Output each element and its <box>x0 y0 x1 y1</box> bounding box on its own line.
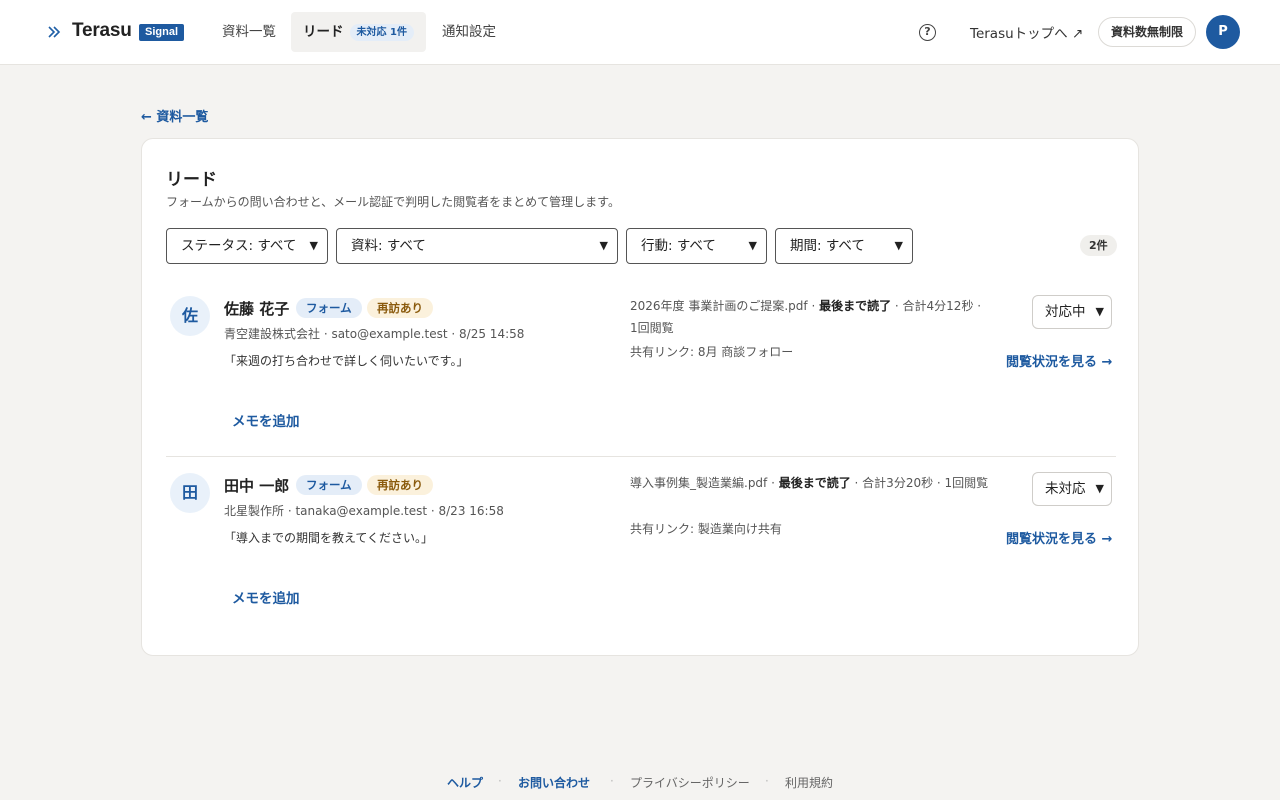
view-activity-link[interactable]: 閲覧状況を見る → <box>1006 351 1112 370</box>
lead-row: 田 田中 一郎 フォーム 再訪あり 北星製作所 · tanaka@example… <box>166 456 1116 633</box>
action-filter[interactable]: 行動: すべて ▼ <box>626 228 767 264</box>
form-tag: フォーム <box>296 298 362 318</box>
lead-name: 田中 一郎 <box>224 477 290 495</box>
nav-notifications[interactable]: 通知設定 <box>430 12 508 52</box>
document-filter[interactable]: 資料: すべて ▼ <box>336 228 618 264</box>
chevron-down-icon: ▼ <box>894 239 903 252</box>
period-filter-value: 期間: すべて <box>790 238 865 254</box>
nav-leads[interactable]: リード 未対応 1件 <box>291 12 426 52</box>
document-filter-value: 資料: すべて <box>351 238 426 254</box>
read-status: 最後まで読了 <box>819 299 892 313</box>
read-stats: · 合計3分20秒 · 1回閲覧 <box>850 476 989 490</box>
footer-terms-link[interactable]: 利用規約 <box>785 774 833 791</box>
question-circle-icon[interactable]: ? <box>919 24 936 41</box>
add-memo-button[interactable]: メモを追加 <box>232 587 300 607</box>
footer-contact-link[interactable]: お問い合わせ <box>518 774 590 791</box>
add-memo-button[interactable]: メモを追加 <box>232 410 300 430</box>
footer-separator: · <box>498 774 502 788</box>
footer: ヘルプ · お問い合わせ · プライバシーポリシー · 利用規約 <box>0 774 1280 794</box>
chevron-down-icon: ▼ <box>748 239 757 252</box>
lead-message: 「来週の打ち合わせで詳しく伺いたいです。」 <box>224 354 469 368</box>
form-tag: フォーム <box>296 475 362 495</box>
lead-meta: 青空建設株式会社 · sato@example.test · 8/25 14:5… <box>224 327 525 341</box>
view-activity-link[interactable]: 閲覧状況を見る → <box>1006 528 1112 547</box>
lead-count-badge: 2件 <box>1080 235 1117 256</box>
footer-help-link[interactable]: ヘルプ <box>447 774 483 791</box>
nav-notifications-label: 通知設定 <box>442 24 496 40</box>
document-name[interactable]: 導入事例集_製造業編.pdf · <box>630 476 779 490</box>
chevron-down-icon: ▼ <box>309 239 318 252</box>
avatar[interactable]: P <box>1206 15 1240 49</box>
status-filter-value: ステータス: すべて <box>181 238 297 254</box>
lead-status-select[interactable]: 未対応 ▼ <box>1032 472 1112 506</box>
period-filter[interactable]: 期間: すべて ▼ <box>775 228 913 264</box>
footer-privacy-link[interactable]: プライバシーポリシー <box>630 774 750 791</box>
lead-avatar: 田 <box>170 473 210 513</box>
chevron-down-icon: ▼ <box>599 239 608 252</box>
revisit-tag: 再訪あり <box>367 298 433 318</box>
status-filter[interactable]: ステータス: すべて ▼ <box>166 228 328 264</box>
nav-documents[interactable]: 資料一覧 <box>210 12 288 52</box>
lead-avatar: 佐 <box>170 296 210 336</box>
terasu-top-link[interactable]: Terasuトップへ ↗ <box>970 22 1083 42</box>
footer-separator: · <box>610 774 614 788</box>
page-description: フォームからの問い合わせと、メール認証で判明した閲覧者をまとめて管理します。 <box>166 195 620 209</box>
signal-badge: Signal <box>139 24 185 41</box>
plan-badge[interactable]: 資料数無制限 <box>1098 17 1197 47</box>
back-link[interactable]: ← 資料一覧 <box>141 106 208 125</box>
lead-status-select[interactable]: 対応中 ▼ <box>1032 295 1112 329</box>
share-link-label: 共有リンク: 8月 商談フォロー <box>630 345 794 359</box>
brand-logo[interactable]: Terasu <box>72 20 132 42</box>
chevron-down-icon: ▼ <box>1095 482 1104 495</box>
document-activity: 2026年度 事業計画のご提案.pdf · 最後まで読了 · 合計4分12秒 ·… <box>630 295 992 339</box>
action-filter-value: 行動: すべて <box>641 238 716 254</box>
read-status: 最後まで読了 <box>778 476 851 490</box>
lead-message: 「導入までの期間を教えてください。」 <box>224 531 434 545</box>
leads-card: リード フォームからの問い合わせと、メール認証で判明した閲覧者をまとめて管理しま… <box>141 138 1139 656</box>
lead-name: 佐藤 花子 <box>224 300 290 318</box>
lead-status-value: 未対応 <box>1045 481 1086 497</box>
share-link-label: 共有リンク: 製造業向け共有 <box>630 522 782 536</box>
chevron-down-icon: ▼ <box>1095 305 1104 318</box>
double-chevron-right-icon[interactable] <box>45 23 63 41</box>
lead-status-value: 対応中 <box>1045 304 1086 320</box>
nav-documents-label: 資料一覧 <box>222 24 276 40</box>
document-name[interactable]: 2026年度 事業計画のご提案.pdf · <box>630 299 819 313</box>
nav-leads-label: リード <box>303 24 344 40</box>
document-activity: 導入事例集_製造業編.pdf · 最後まで読了 · 合計3分20秒 · 1回閲覧 <box>630 472 992 494</box>
revisit-tag: 再訪あり <box>367 475 433 495</box>
page-title: リード <box>166 170 217 190</box>
lead-row: 佐 佐藤 花子 フォーム 再訪あり 青空建設株式会社 · sato@exampl… <box>166 279 1116 456</box>
footer-separator: · <box>765 774 769 788</box>
top-bar: Terasu Signal 資料一覧 リード 未対応 1件 通知設定 ? Tera… <box>0 0 1280 65</box>
unhandled-badge: 未対応 1件 <box>349 24 414 41</box>
lead-meta: 北星製作所 · tanaka@example.test · 8/23 16:58 <box>224 504 504 518</box>
